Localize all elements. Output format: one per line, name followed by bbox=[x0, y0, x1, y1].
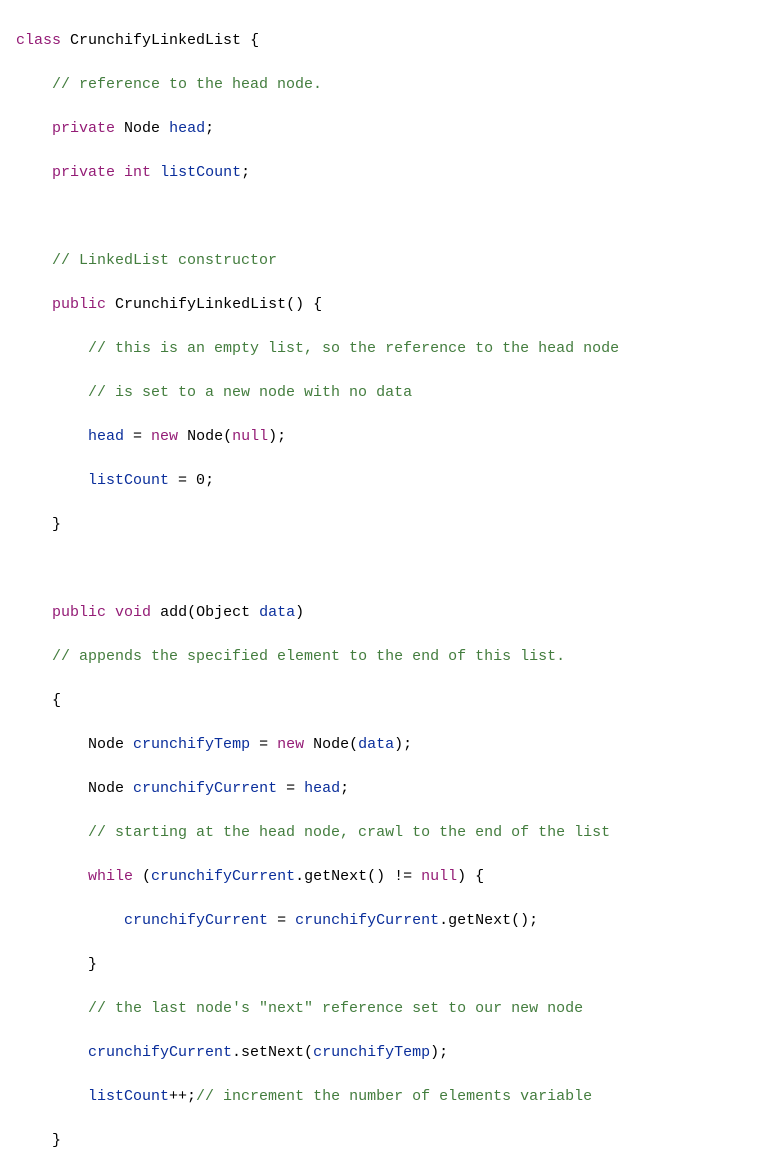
code-line: while (crunchifyCurrent.getNext() != nul… bbox=[16, 866, 768, 888]
ctor-name: CrunchifyLinkedList bbox=[115, 296, 286, 313]
code-line: { bbox=[16, 690, 768, 712]
code-line: crunchifyCurrent = crunchifyCurrent.getN… bbox=[16, 910, 768, 932]
brace: } bbox=[88, 956, 97, 973]
var-current: crunchifyCurrent bbox=[295, 912, 439, 929]
type: Node bbox=[124, 120, 160, 137]
op: ++; bbox=[169, 1088, 196, 1105]
kw-int: int bbox=[124, 164, 151, 181]
comment: // this is an empty list, so the referen… bbox=[88, 340, 619, 357]
code-line: private int listCount; bbox=[16, 162, 768, 184]
eq: = bbox=[268, 912, 295, 929]
eq: = bbox=[169, 472, 196, 489]
eq: = bbox=[124, 428, 151, 445]
comment: // appends the specified element to the … bbox=[52, 648, 565, 665]
eq: = bbox=[250, 736, 277, 753]
brace: } bbox=[52, 516, 61, 533]
comment: // the last node's "next" reference set … bbox=[88, 1000, 583, 1017]
kw-null: null bbox=[232, 428, 268, 445]
param-data: data bbox=[259, 604, 295, 621]
kw-private: private bbox=[52, 120, 115, 137]
field-head: head bbox=[169, 120, 205, 137]
code-line: // starting at the head node, crawl to t… bbox=[16, 822, 768, 844]
paren: ( bbox=[349, 736, 358, 753]
rest: ); bbox=[268, 428, 286, 445]
kw-new: new bbox=[151, 428, 178, 445]
paren-brace: () { bbox=[286, 296, 322, 313]
code-line: class CrunchifyLinkedList { bbox=[16, 30, 768, 52]
code-line: Node crunchifyCurrent = head; bbox=[16, 778, 768, 800]
semi: ; bbox=[340, 780, 349, 797]
kw-public: public bbox=[52, 296, 106, 313]
var-current: crunchifyCurrent bbox=[133, 780, 277, 797]
var-current: crunchifyCurrent bbox=[151, 868, 295, 885]
ctor: Node bbox=[313, 736, 349, 753]
kw-while: while bbox=[88, 868, 133, 885]
code-line: } bbox=[16, 954, 768, 976]
rest: ) { bbox=[457, 868, 484, 885]
comment: // starting at the head node, crawl to t… bbox=[88, 824, 610, 841]
code-line: // the last node's "next" reference set … bbox=[16, 998, 768, 1020]
var-temp: crunchifyTemp bbox=[133, 736, 250, 753]
code-line: // this is an empty list, so the referen… bbox=[16, 338, 768, 360]
code-line: public void add(Object data) bbox=[16, 602, 768, 624]
var-current: crunchifyCurrent bbox=[124, 912, 268, 929]
blank-line bbox=[16, 558, 768, 580]
comment: // LinkedList constructor bbox=[52, 252, 277, 269]
code-line: Node crunchifyTemp = new Node(data); bbox=[16, 734, 768, 756]
ctor: Node bbox=[187, 428, 223, 445]
params: (Object bbox=[187, 604, 259, 621]
code-line: public CrunchifyLinkedList() { bbox=[16, 294, 768, 316]
code-line: listCount++;// increment the number of e… bbox=[16, 1086, 768, 1108]
paren: ( bbox=[223, 428, 232, 445]
space bbox=[61, 32, 70, 49]
code-line: // is set to a new node with no data bbox=[16, 382, 768, 404]
field-listcount: listCount bbox=[88, 1088, 169, 1105]
code-line: listCount = 0; bbox=[16, 470, 768, 492]
call: .setNext( bbox=[232, 1044, 313, 1061]
field-head: head bbox=[88, 428, 124, 445]
call: .getNext() != bbox=[295, 868, 421, 885]
eq: = bbox=[277, 780, 304, 797]
code-line: crunchifyCurrent.setNext(crunchifyTemp); bbox=[16, 1042, 768, 1064]
semi: ; bbox=[205, 472, 214, 489]
code-line: } bbox=[16, 1130, 768, 1152]
brace: { bbox=[52, 692, 61, 709]
kw-public: public bbox=[52, 604, 106, 621]
blank-line bbox=[16, 206, 768, 228]
comment: // is set to a new node with no data bbox=[88, 384, 412, 401]
kw-null: null bbox=[421, 868, 457, 885]
class-name: CrunchifyLinkedList bbox=[70, 32, 241, 49]
kw-void: void bbox=[115, 604, 151, 621]
field-listcount: listCount bbox=[88, 472, 169, 489]
code-line: // LinkedList constructor bbox=[16, 250, 768, 272]
var-current: crunchifyCurrent bbox=[88, 1044, 232, 1061]
rest: ); bbox=[430, 1044, 448, 1061]
code-line: } bbox=[16, 514, 768, 536]
call: .getNext(); bbox=[439, 912, 538, 929]
paren: ( bbox=[133, 868, 151, 885]
code-block: class CrunchifyLinkedList { // reference… bbox=[0, 0, 768, 1170]
type: Node bbox=[88, 780, 124, 797]
literal: 0 bbox=[196, 472, 205, 489]
brace: } bbox=[52, 1132, 61, 1149]
code-line: private Node head; bbox=[16, 118, 768, 140]
code-line: // reference to the head node. bbox=[16, 74, 768, 96]
brace: { bbox=[241, 32, 259, 49]
field-listcount: listCount bbox=[160, 164, 241, 181]
var-temp: crunchifyTemp bbox=[313, 1044, 430, 1061]
kw-private: private bbox=[52, 164, 115, 181]
comment: // increment the number of elements vari… bbox=[196, 1088, 592, 1105]
rest: ); bbox=[394, 736, 412, 753]
method-add: add bbox=[160, 604, 187, 621]
arg-data: data bbox=[358, 736, 394, 753]
paren: ) bbox=[295, 604, 304, 621]
type: Node bbox=[88, 736, 124, 753]
code-line: // appends the specified element to the … bbox=[16, 646, 768, 668]
kw-new: new bbox=[277, 736, 304, 753]
kw-class: class bbox=[16, 32, 61, 49]
comment: // reference to the head node. bbox=[52, 76, 322, 93]
code-line: head = new Node(null); bbox=[16, 426, 768, 448]
field-head: head bbox=[304, 780, 340, 797]
